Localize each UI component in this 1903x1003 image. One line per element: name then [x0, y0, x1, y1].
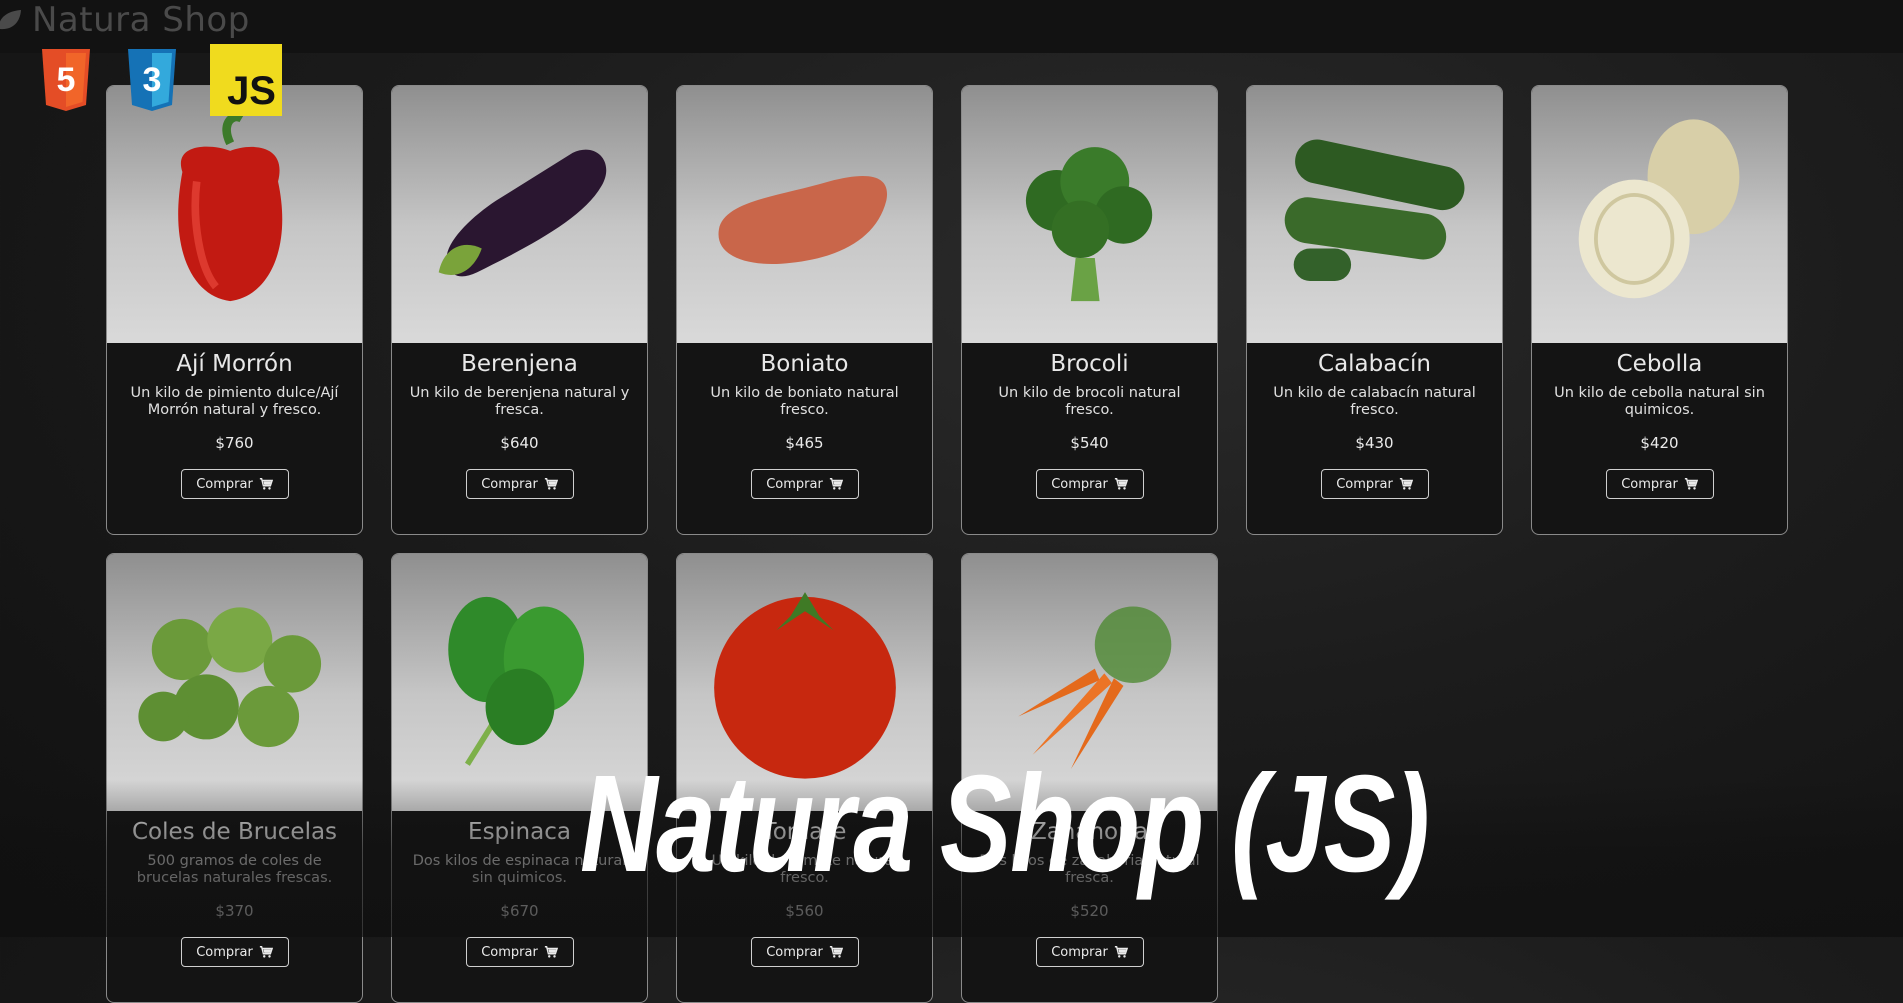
product-price: $560	[785, 902, 824, 920]
buy-button-label: Comprar	[196, 944, 253, 960]
product-image	[677, 86, 932, 343]
product-description: Un kilo de cebolla natural sin quimicos.	[1554, 385, 1765, 418]
leaf-icon	[0, 9, 21, 29]
product-image	[1247, 86, 1502, 343]
product-card: Brocoli Un kilo de brocoli natural fresco…	[961, 85, 1218, 535]
js-label: JS	[227, 69, 276, 113]
cart-icon	[1399, 478, 1413, 490]
product-card: Cebolla Un kilo de cebolla natural sin qu…	[1531, 85, 1788, 535]
product-card: Coles de Brucelas 500 gramos de coles de …	[106, 553, 363, 1003]
css3-label: 3	[143, 61, 162, 99]
product-description: Un kilo de brocoli natural fresco.	[998, 385, 1181, 418]
buy-button-label: Comprar	[196, 476, 253, 492]
tech-badges: 5 3 JS	[38, 44, 282, 116]
product-card: Boniato Un kilo de boniato natural fresco…	[676, 85, 933, 535]
onion-icon	[1578, 118, 1739, 298]
product-price: $760	[215, 434, 254, 452]
cart-icon	[829, 946, 843, 958]
cart-icon	[259, 946, 273, 958]
product-card: Calabacín Un kilo de calabacín natural fr…	[1246, 85, 1503, 535]
cart-icon	[1114, 946, 1128, 958]
product-image	[107, 554, 362, 811]
product-price: $670	[500, 902, 539, 920]
css3-icon: 3	[128, 49, 176, 111]
zucchini-icon	[1284, 139, 1464, 281]
product-image	[962, 86, 1217, 343]
buy-button-label: Comprar	[1336, 476, 1393, 492]
product-price: $370	[215, 902, 254, 920]
overlay-title: Natura Shop (JS)	[580, 747, 1430, 901]
red-pepper-icon	[177, 112, 282, 301]
buy-button-label: Comprar	[1621, 476, 1678, 492]
product-title: Calabacín	[1318, 351, 1431, 377]
sweet-potato-icon	[718, 175, 887, 264]
cart-icon	[1684, 478, 1698, 490]
cart-icon	[544, 478, 558, 490]
product-title: Boniato	[760, 351, 849, 377]
buy-button[interactable]: Comprar	[1035, 937, 1144, 967]
product-price: $465	[785, 434, 824, 452]
navbar: Natura Shop	[0, 0, 1903, 53]
brand-name: Natura Shop	[32, 0, 250, 40]
product-description: Un kilo de berenjena natural y fresca.	[409, 385, 630, 418]
product-description: 500 gramos de coles de brucelas naturale…	[136, 853, 333, 886]
product-price: $430	[1355, 434, 1394, 452]
product-image	[1532, 86, 1787, 343]
html5-label: 5	[57, 61, 76, 99]
buy-button[interactable]: Comprar	[1035, 469, 1144, 499]
product-price: $520	[1070, 902, 1109, 920]
buy-button-label: Comprar	[1051, 476, 1108, 492]
buy-button-label: Comprar	[766, 476, 823, 492]
brussels-sprouts-icon	[137, 606, 321, 747]
cart-icon	[259, 478, 273, 490]
product-description: Un kilo de pimiento dulce/Ají Morrón nat…	[130, 385, 339, 418]
product-card: Ají Morrón Un kilo de pimiento dulce/Ají …	[106, 85, 363, 535]
product-description: Un kilo de boniato natural fresco.	[710, 385, 899, 418]
product-title: Ají Morrón	[176, 351, 293, 377]
cart-icon	[829, 478, 843, 490]
buy-button[interactable]: Comprar	[465, 937, 574, 967]
product-price: $420	[1640, 434, 1679, 452]
buy-button-label: Comprar	[481, 944, 538, 960]
brand[interactable]: Natura Shop	[0, 0, 250, 40]
product-image	[392, 86, 647, 343]
eggplant-icon	[438, 149, 606, 276]
cart-icon	[1114, 478, 1128, 490]
product-price: $540	[1070, 434, 1109, 452]
buy-button[interactable]: Comprar	[1320, 469, 1429, 499]
buy-button-label: Comprar	[1051, 944, 1108, 960]
buy-button[interactable]: Comprar	[1605, 469, 1714, 499]
buy-button-label: Comprar	[481, 476, 538, 492]
buy-button-label: Comprar	[766, 944, 823, 960]
javascript-icon: JS	[210, 44, 282, 116]
product-price: $640	[500, 434, 539, 452]
buy-button[interactable]: Comprar	[750, 469, 859, 499]
product-description: Un kilo de calabacín natural fresco.	[1273, 385, 1476, 418]
buy-button[interactable]: Comprar	[180, 469, 289, 499]
buy-button[interactable]: Comprar	[750, 937, 859, 967]
buy-button[interactable]: Comprar	[465, 469, 574, 499]
product-title: Cebolla	[1616, 351, 1703, 377]
product-card: Berenjena Un kilo de berenjena natural y …	[391, 85, 648, 535]
product-title: Berenjena	[461, 351, 578, 377]
buy-button[interactable]: Comprar	[180, 937, 289, 967]
product-title: Brocoli	[1050, 351, 1129, 377]
cart-icon	[544, 946, 558, 958]
broccoli-icon	[1025, 146, 1152, 301]
product-title: Coles de Brucelas	[131, 819, 338, 845]
html5-icon: 5	[42, 49, 90, 111]
product-image	[107, 86, 362, 343]
